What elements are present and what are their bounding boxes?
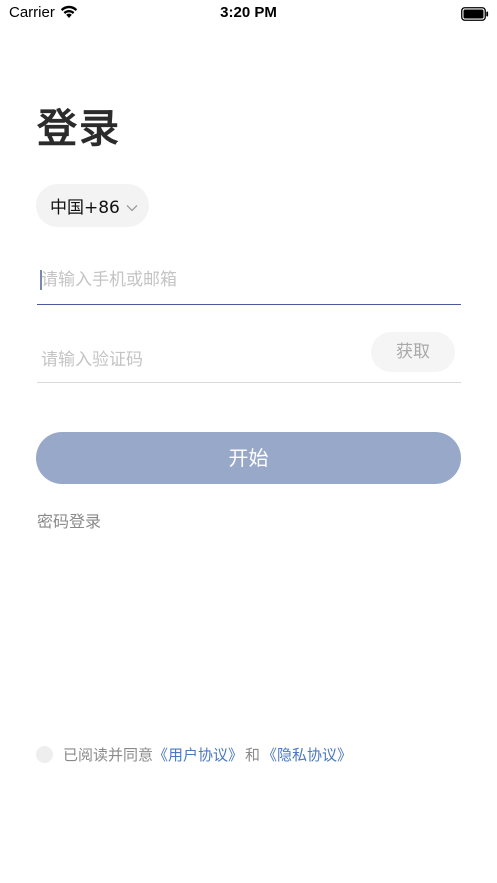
phone-email-input[interactable] [37,255,461,304]
privacy-agreement-link[interactable]: 《隐私协议》 [262,744,352,765]
agreement-checkbox[interactable] [36,746,53,763]
country-code-label: 中国+86 [50,198,120,218]
user-agreement-link[interactable]: 《用户协议》 [153,744,243,765]
chevron-down-icon [126,197,138,216]
start-button[interactable]: 开始 [36,432,461,484]
agreement-conjunction: 和 [245,746,261,764]
agreement-row: 已阅读并同意 《用户协议》 和 《隐私协议》 [36,744,352,765]
text-cursor [40,270,42,290]
status-bar: Carrier 3:20 PM [0,0,497,26]
page-title: 登录 [37,106,121,152]
battery-icon [461,6,489,25]
get-code-button[interactable]: 获取 [371,332,455,372]
phone-email-field [37,255,461,305]
country-code-selector[interactable]: 中国+86 [36,184,149,227]
password-login-link[interactable]: 密码登录 [37,508,101,532]
status-time: 3:20 PM [220,4,277,21]
verification-code-input[interactable] [37,334,357,382]
agreement-prefix: 已阅读并同意 [63,746,154,764]
